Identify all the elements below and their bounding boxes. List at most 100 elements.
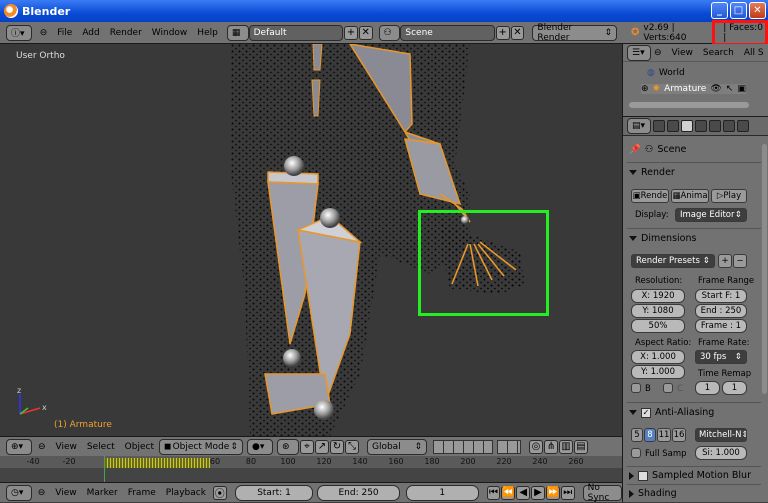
start-frame-field[interactable]: Start: 1 [234,484,314,501]
outliner-menu-search[interactable]: Search [703,48,734,58]
proportional-edit-icon[interactable]: ◎ [528,439,543,454]
menu-frame[interactable]: Frame [128,488,156,498]
aa-samples-11[interactable]: 11 [657,428,671,442]
end-frame-field[interactable]: End: 250 [317,484,400,501]
screen-layout-icon[interactable]: ▦ [226,24,249,41]
properties-scrollbar[interactable] [762,144,767,394]
current-frame-field[interactable]: 1 [405,484,479,501]
renderable-icon[interactable]: ▣ [737,84,746,94]
crop-checkbox[interactable] [663,383,673,393]
display-select[interactable]: Image Editor ⇕ [675,208,747,222]
tab-world-icon[interactable] [695,120,707,132]
menu-playback[interactable]: Playback [166,488,206,498]
menu-help[interactable]: Help [197,28,218,38]
layer-buttons-2[interactable] [496,439,521,454]
menu-collapse-icon[interactable]: ⊖ [40,28,48,38]
outliner[interactable]: ☰▾ ⊖ View Search All S ◍ World ⊕ ✸ Armat… [623,44,768,114]
tab-render-icon[interactable] [653,120,665,132]
remove-scene-button[interactable]: ✕ [510,25,525,40]
border-checkbox[interactable] [631,383,641,393]
snap-element-icon[interactable]: ▥ [558,439,573,454]
orientation-select[interactable]: Global ⇕ [366,438,427,455]
aspect-y-field[interactable]: Y: 1.000 [631,365,685,379]
render-preview-icon[interactable]: ▤ [573,439,588,454]
screen-layout-field[interactable]: Default [248,24,344,41]
sync-select[interactable]: No Sync [582,483,623,503]
frame-rate-select[interactable]: 30 fps ⇕ [695,350,747,364]
time-remap-new-field[interactable]: 1 [722,381,747,395]
outliner-item-world[interactable]: ◍ World [647,68,685,78]
mode-select[interactable]: ◼ Object Mode ⇕ [158,438,243,455]
menu-render[interactable]: Render [110,28,142,38]
next-key-icon[interactable]: ⏩ [545,485,560,500]
resolution-x-field[interactable]: X: 1920 [631,289,685,303]
scene-icon[interactable]: ⚇ [378,24,401,41]
menu-file[interactable]: File [57,28,72,38]
editor-type-properties-icon[interactable]: ▤▾ [627,118,651,134]
render-image-button[interactable]: ▣ Rende [631,189,669,203]
close-button[interactable]: ✕ [749,2,766,19]
resolution-percent-field[interactable]: 50% [631,319,685,333]
render-animation-button[interactable]: ▦ Anima [671,189,709,203]
add-screen-button[interactable]: + [344,25,358,40]
antialiasing-checkbox[interactable]: ✓ [641,407,651,418]
start-frame-prop-field[interactable]: Start F: 1 [695,289,747,303]
panel-dimensions-header[interactable]: Dimensions [629,233,696,244]
render-engine-select[interactable]: Blender Render ⇕ [532,23,617,43]
time-remap-old-field[interactable]: 1 [695,381,720,395]
tab-data-icon[interactable] [737,120,749,132]
menu-marker[interactable]: Marker [87,488,118,498]
aa-samples-5[interactable]: 5 [631,428,643,442]
motion-blur-checkbox[interactable] [638,470,648,481]
shading-select-icon[interactable]: ●▾ [246,438,273,455]
editor-type-info-icon[interactable]: ⓘ▾ [6,24,32,41]
aa-samples-16[interactable]: 16 [672,428,686,442]
translate-icon[interactable]: ↗ [314,439,329,454]
add-scene-button[interactable]: + [495,25,510,40]
outliner-scrollbar[interactable] [629,102,749,108]
frame-step-field[interactable]: Frame : 1 [695,319,747,333]
timeline-collapse-icon[interactable]: ⊖ [38,488,46,498]
expand-icon[interactable]: ⊕ [641,84,649,94]
scene-field[interactable]: Scene [400,24,495,41]
tab-constraints-icon[interactable] [723,120,735,132]
editor-type-3d-icon[interactable]: ⊕▾ [6,438,32,455]
panel-antialiasing-header[interactable]: ✓ Anti-Aliasing [629,407,714,418]
pivot-select-icon[interactable]: ⊛ [276,438,299,455]
aa-samples-8[interactable]: 8 [644,428,656,442]
prev-key-icon[interactable]: ⏪ [501,485,516,500]
rotate-icon[interactable]: ↻ [329,439,344,454]
3d-viewport[interactable]: x z User Ortho (1) Armature [0,44,622,436]
record-icon[interactable]: ⦿ [212,485,227,500]
play-icon[interactable]: ▶ [531,485,545,500]
selectable-icon[interactable]: ↖ [726,84,734,94]
panel-shading-header[interactable]: Shading [629,488,677,499]
timeline-track[interactable] [0,468,622,482]
aa-filter-select[interactable]: Mitchell-N⇕ [695,428,747,442]
outliner-menu-all[interactable]: All S [744,48,764,58]
menu-window[interactable]: Window [152,28,188,38]
snap-icon[interactable]: ⋔ [543,439,558,454]
remove-preset-button[interactable]: − [733,254,747,268]
tab-scene-icon[interactable] [681,120,693,132]
full-sample-checkbox[interactable] [631,448,641,458]
panel-motion-blur-header[interactable]: Sampled Motion Blur [629,470,751,481]
editor-type-timeline-icon[interactable]: ◷▾ [6,484,32,501]
tab-object-icon[interactable] [709,120,721,132]
play-reverse-icon[interactable]: ◀ [516,485,531,500]
render-presets-select[interactable]: Render Presets ⇕ [631,254,715,268]
jump-start-icon[interactable]: ⏮ [486,485,501,500]
remove-screen-button[interactable]: ✕ [358,25,373,40]
editor-type-outliner-icon[interactable]: ☰▾ [627,44,651,61]
manipulator-toggle-icon[interactable]: ⌖ [299,439,314,454]
end-frame-prop-field[interactable]: End : 250 [695,304,747,318]
minimize-button[interactable]: _ [711,2,728,19]
menu-select[interactable]: Select [87,442,115,452]
scale-icon[interactable]: ⤡ [344,439,359,454]
jump-end-icon[interactable]: ⏭ [560,485,575,500]
outliner-menu-view[interactable]: View [672,48,693,58]
outliner-collapse-icon[interactable]: ⊖ [654,48,662,58]
aa-size-field[interactable]: Si: 1.000 [695,446,747,460]
maximize-button[interactable]: □ [730,2,747,19]
menu-timeline-view[interactable]: View [55,488,76,498]
